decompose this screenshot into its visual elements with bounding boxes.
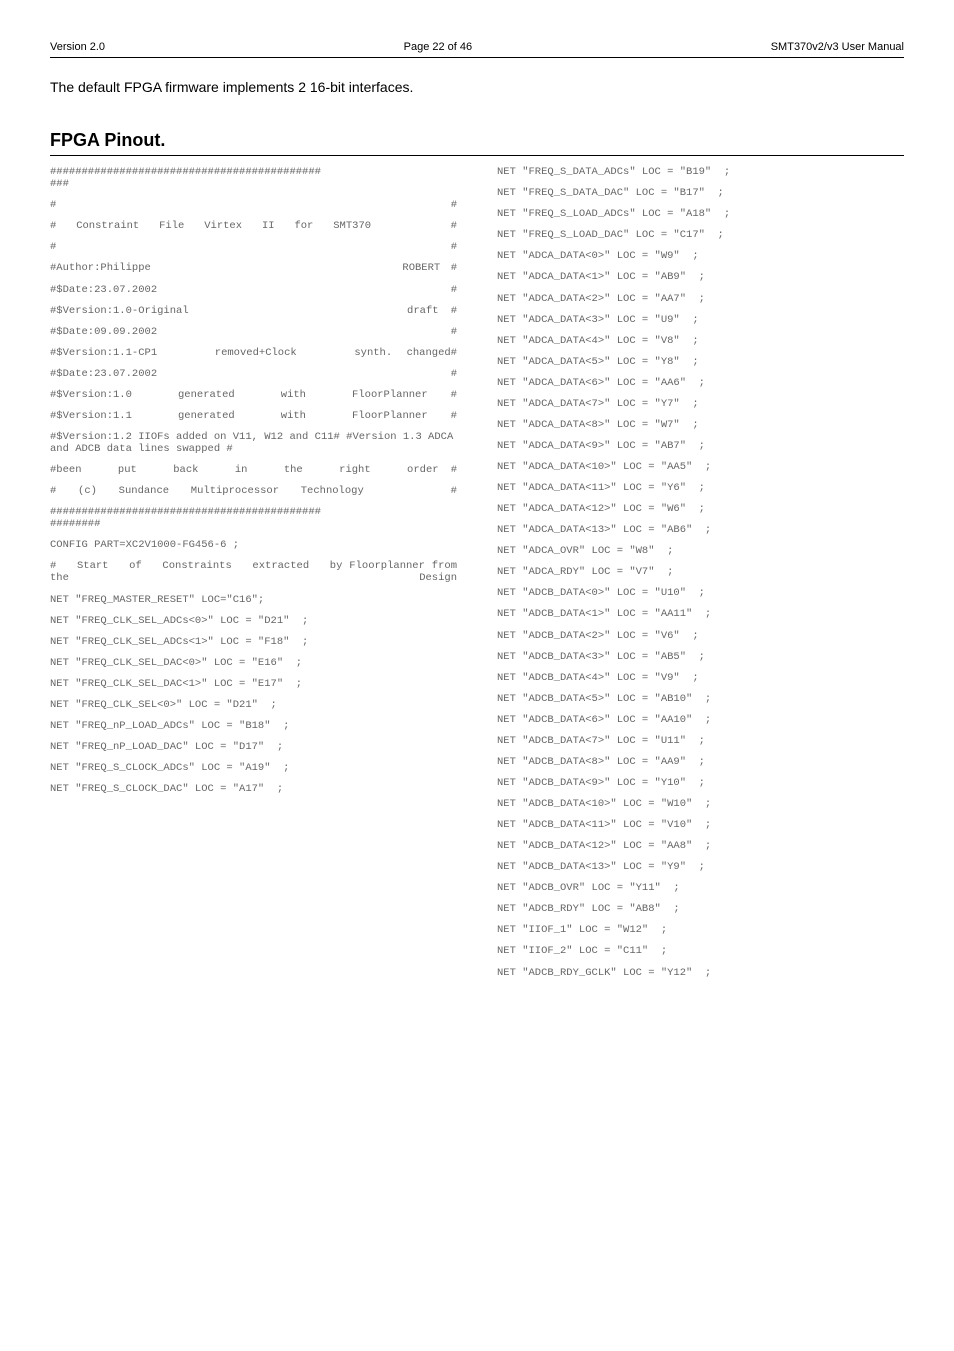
code-line: NET "FREQ_S_CLOCK_ADCs" LOC = "A19" ;	[50, 762, 457, 774]
code-line: #$Version:1.0-Original draft #	[50, 305, 457, 317]
code-line: # #	[50, 241, 457, 253]
page-header: Version 2.0 Page 22 of 46 SMT370v2/v3 Us…	[50, 40, 904, 58]
code-line: #$Date:23.07.2002 #	[50, 368, 457, 380]
code-line: NET "ADCB_DATA<1>" LOC = "AA11" ;	[497, 608, 904, 620]
code-line: NET "FREQ_nP_LOAD_ADCs" LOC = "B18" ;	[50, 720, 457, 732]
code-line: NET "FREQ_S_CLOCK_DAC" LOC = "A17" ;	[50, 783, 457, 795]
code-line: #Author:Philippe ROBERT #	[50, 262, 457, 274]
code-line: NET "ADCA_DATA<9>" LOC = "AB7" ;	[497, 440, 904, 452]
code-line: NET "FREQ_MASTER_RESET" LOC="C16";	[50, 594, 457, 606]
code-line: ########################################…	[50, 166, 457, 190]
code-line: NET "ADCB_DATA<13>" LOC = "Y9" ;	[497, 861, 904, 873]
left-column: ########################################…	[50, 166, 457, 987]
header-title: SMT370v2/v3 User Manual	[771, 40, 904, 55]
code-line: NET "FREQ_S_DATA_ADCs" LOC = "B19" ;	[497, 166, 904, 178]
code-line: NET "ADCA_DATA<11>" LOC = "Y6" ;	[497, 482, 904, 494]
code-line: NET "ADCB_DATA<8>" LOC = "AA9" ;	[497, 756, 904, 768]
code-line: NET "ADCB_DATA<9>" LOC = "Y10" ;	[497, 777, 904, 789]
code-line: #$Date:09.09.2002 #	[50, 326, 457, 338]
header-page: Page 22 of 46	[404, 40, 473, 55]
code-line: #$Version:1.2 IIOFs added on V11, W12 an…	[50, 431, 457, 455]
code-line: NET "ADCA_DATA<0>" LOC = "W9" ;	[497, 250, 904, 262]
code-line: NET "IIOF_1" LOC = "W12" ;	[497, 924, 904, 936]
code-line: NET "ADCA_DATA<7>" LOC = "Y7" ;	[497, 398, 904, 410]
code-line: NET "ADCB_DATA<3>" LOC = "AB5" ;	[497, 651, 904, 663]
code-line: NET "ADCB_DATA<11>" LOC = "V10" ;	[497, 819, 904, 831]
code-line: NET "ADCA_OVR" LOC = "W8" ;	[497, 545, 904, 557]
code-line: NET "ADCA_RDY" LOC = "V7" ;	[497, 566, 904, 578]
code-line: NET "ADCB_DATA<5>" LOC = "AB10" ;	[497, 693, 904, 705]
code-line: NET "ADCB_RDY" LOC = "AB8" ;	[497, 903, 904, 915]
code-line: NET "FREQ_S_LOAD_ADCs" LOC = "A18" ;	[497, 208, 904, 220]
code-line: NET "FREQ_CLK_SEL_ADCs<0>" LOC = "D21" ;	[50, 615, 457, 627]
code-line: NET "ADCB_DATA<2>" LOC = "V6" ;	[497, 630, 904, 642]
code-line: NET "FREQ_S_LOAD_DAC" LOC = "C17" ;	[497, 229, 904, 241]
code-line: #$Date:23.07.2002 #	[50, 284, 457, 296]
code-line: NET "ADCA_DATA<6>" LOC = "AA6" ;	[497, 377, 904, 389]
code-line: NET "ADCB_OVR" LOC = "Y11" ;	[497, 882, 904, 894]
intro-text: The default FPGA firmware implements 2 1…	[50, 78, 904, 98]
code-line: NET "IIOF_2" LOC = "C11" ;	[497, 945, 904, 957]
code-line: NET "ADCA_DATA<1>" LOC = "AB9" ;	[497, 271, 904, 283]
right-column: NET "FREQ_S_DATA_ADCs" LOC = "B19" ; NET…	[497, 166, 904, 987]
code-line: NET "FREQ_nP_LOAD_DAC" LOC = "D17" ;	[50, 741, 457, 753]
code-line: ########################################…	[50, 506, 457, 530]
code-line: NET "FREQ_S_DATA_DAC" LOC = "B17" ;	[497, 187, 904, 199]
code-line: CONFIG PART=XC2V1000-FG456-6 ;	[50, 539, 457, 551]
code-line: NET "ADCA_DATA<4>" LOC = "V8" ;	[497, 335, 904, 347]
code-line: NET "FREQ_CLK_SEL_ADCs<1>" LOC = "F18" ;	[50, 636, 457, 648]
code-line: NET "FREQ_CLK_SEL_DAC<1>" LOC = "E17" ;	[50, 678, 457, 690]
code-line: #$Version:1.0 generated with FloorPlanne…	[50, 389, 457, 401]
code-line: NET "FREQ_CLK_SEL_DAC<0>" LOC = "E16" ;	[50, 657, 457, 669]
code-line: NET "FREQ_CLK_SEL<0>" LOC = "D21" ;	[50, 699, 457, 711]
code-line: NET "ADCA_DATA<3>" LOC = "U9" ;	[497, 314, 904, 326]
header-version: Version 2.0	[50, 40, 105, 55]
code-line: NET "ADCA_DATA<10>" LOC = "AA5" ;	[497, 461, 904, 473]
code-line: NET "ADCB_DATA<4>" LOC = "V9" ;	[497, 672, 904, 684]
code-line: NET "ADCB_DATA<7>" LOC = "U11" ;	[497, 735, 904, 747]
code-line: NET "ADCA_DATA<2>" LOC = "AA7" ;	[497, 293, 904, 305]
code-line: NET "ADCB_DATA<0>" LOC = "U10" ;	[497, 587, 904, 599]
code-line: NET "ADCB_RDY_GCLK" LOC = "Y12" ;	[497, 967, 904, 979]
code-line: #$Version:1.1-CP1 removed+Clock synth. c…	[50, 347, 457, 359]
code-line: NET "ADCB_DATA<10>" LOC = "W10" ;	[497, 798, 904, 810]
code-line: NET "ADCB_DATA<6>" LOC = "AA10" ;	[497, 714, 904, 726]
code-line: # #	[50, 199, 457, 211]
code-line: # Start of Constraints extracted by Floo…	[50, 560, 457, 584]
code-line: NET "ADCB_DATA<12>" LOC = "AA8" ;	[497, 840, 904, 852]
code-columns: ########################################…	[50, 166, 904, 987]
code-line: NET "ADCA_DATA<12>" LOC = "W6" ;	[497, 503, 904, 515]
code-line: #been put back in the right order #	[50, 464, 457, 476]
section-heading: FPGA Pinout.	[50, 128, 904, 156]
code-line: NET "ADCA_DATA<5>" LOC = "Y8" ;	[497, 356, 904, 368]
code-line: #$Version:1.1 generated with FloorPlanne…	[50, 410, 457, 422]
code-line: NET "ADCA_DATA<8>" LOC = "W7" ;	[497, 419, 904, 431]
code-line: # Constraint File Virtex II for SMT370 #	[50, 220, 457, 232]
code-line: # (c) Sundance Multiprocessor Technology…	[50, 485, 457, 497]
code-line: NET "ADCA_DATA<13>" LOC = "AB6" ;	[497, 524, 904, 536]
